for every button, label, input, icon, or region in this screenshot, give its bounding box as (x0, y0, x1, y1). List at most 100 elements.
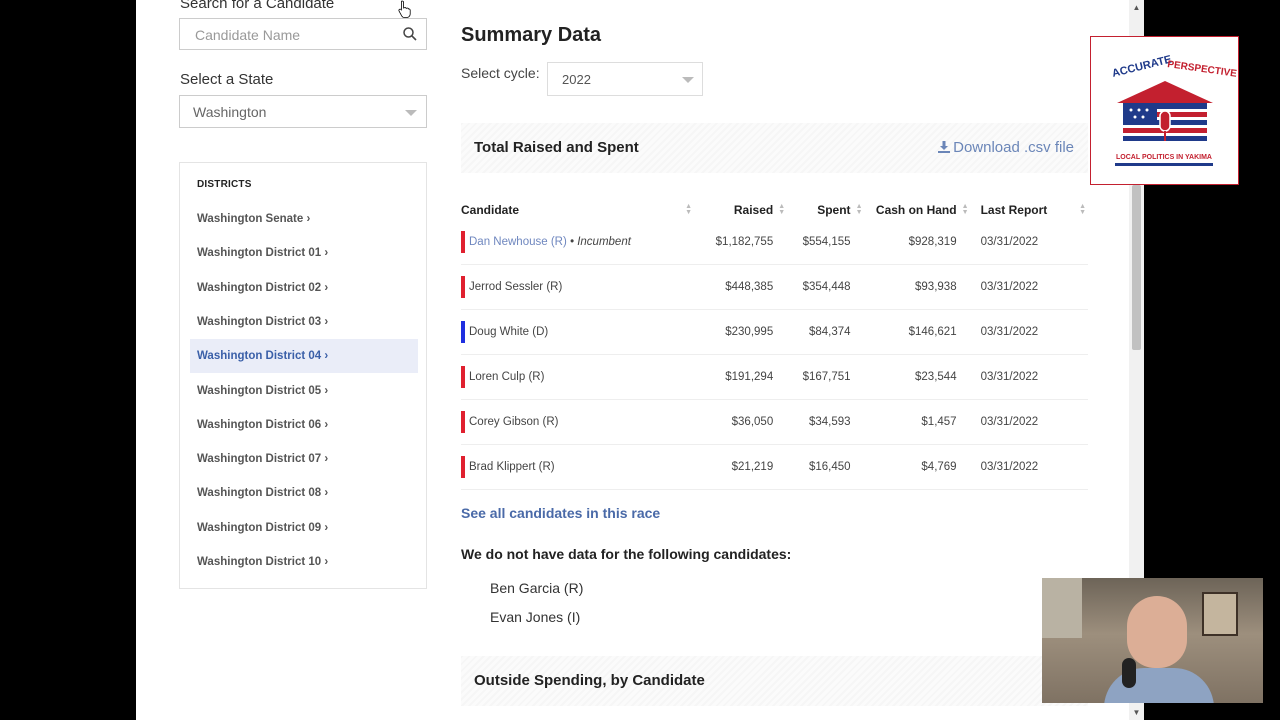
sidebar-district-item[interactable]: Washington District 03 › (190, 305, 418, 339)
sidebar-district-item[interactable]: Washington District 02 › (190, 271, 418, 305)
sort-icon[interactable]: ▲ ▼ (856, 203, 863, 216)
sidebar-district-item[interactable]: Washington District 08 › (190, 476, 418, 510)
cash-on-hand-cell: $23,544 (864, 354, 971, 400)
sidebar-district-item[interactable]: Washington District 09 › (190, 511, 418, 545)
candidate-name-link[interactable]: Brad Klippert (R) (469, 461, 555, 473)
sidebar-district-item[interactable]: Washington Senate › (190, 202, 418, 236)
download-csv-label: Download .csv file (953, 139, 1074, 156)
table-row[interactable]: Jerrod Sessler (R) $448,385 $354,448 $93,93… (461, 264, 1088, 310)
see-all-candidates-link[interactable]: See all candidates in this race (461, 505, 660, 521)
outside-spending-panel-header: Outside Spending, by Candidate (461, 656, 1088, 706)
candidate-name-link[interactable]: Doug White (D) (469, 326, 548, 338)
scrollbar-thumb[interactable] (1132, 185, 1141, 350)
download-icon (938, 141, 951, 153)
candidate-cell[interactable]: Dan Newhouse (R) • Incumbent (461, 220, 695, 265)
table-row[interactable]: Loren Culp (R) $191,294 $167,751 $23,544 03/… (461, 354, 1088, 400)
candidate-cell[interactable]: Doug White (D) (461, 309, 695, 355)
search-label: Search for a Candidate (180, 0, 335, 12)
no-data-heading: We do not have data for the following ca… (461, 546, 792, 562)
candidate-search-input[interactable] (193, 26, 397, 44)
last-report-cell: 03/31/2022 (970, 220, 1088, 265)
page-content: Search for a Candidate Select a State Wa… (136, 0, 1129, 720)
sidebar-district-item[interactable]: Washington District 01 › (190, 236, 418, 270)
state-select[interactable]: Washington (179, 95, 427, 128)
cash-on-hand-cell: $928,319 (864, 220, 971, 265)
party-color-bar (461, 276, 465, 298)
party-color-bar (461, 321, 465, 343)
mouse-cursor-icon (398, 0, 411, 18)
raised-cell: $36,050 (694, 399, 788, 445)
search-icon[interactable] (403, 27, 417, 41)
panel-title: Outside Spending, by Candidate (474, 672, 705, 689)
webcam-video-overlay (1042, 578, 1263, 703)
last-report-cell: 03/31/2022 (970, 264, 1088, 310)
no-data-candidate: Ben Garcia (R) (490, 580, 584, 596)
table-row[interactable]: Corey Gibson (R) $36,050 $34,593 $1,457 03/3… (461, 399, 1088, 445)
spent-cell: $84,374 (787, 309, 865, 355)
state-label: Select a State (180, 71, 274, 88)
candidates-table: Candidate ▲ ▼ Raised ▲ ▼ Spent ▲ ▼ Cash on Han… (461, 200, 1088, 490)
webcam-window-blinds (1042, 578, 1082, 638)
last-report-cell: 03/31/2022 (970, 309, 1088, 355)
sidebar-district-item[interactable]: Washington District 07 › (190, 442, 418, 476)
spent-cell: $554,155 (787, 220, 865, 265)
column-header-cash[interactable]: Cash on Hand ▲ ▼ (865, 200, 971, 220)
raised-cell: $21,219 (694, 444, 788, 490)
candidate-cell[interactable]: Corey Gibson (R) (461, 399, 695, 445)
incumbent-tag: • Incumbent (570, 236, 631, 248)
table-header-row: Candidate ▲ ▼ Raised ▲ ▼ Spent ▲ ▼ Cash on Han… (461, 200, 1088, 220)
raised-cell: $230,995 (694, 309, 788, 355)
table-row[interactable]: Dan Newhouse (R) • Incumbent $1,182,755 $5… (461, 220, 1088, 265)
candidate-cell[interactable]: Loren Culp (R) (461, 354, 695, 400)
last-report-cell: 03/31/2022 (970, 399, 1088, 445)
chevron-down-icon (405, 110, 417, 116)
candidate-name-link[interactable]: Dan Newhouse (R) (469, 236, 567, 248)
party-color-bar (461, 411, 465, 433)
spent-cell: $167,751 (787, 354, 865, 400)
raised-cell: $448,385 (694, 264, 788, 310)
last-report-cell: 03/31/2022 (970, 354, 1088, 400)
page-title: Summary Data (461, 24, 602, 46)
column-header-spent[interactable]: Spent ▲ ▼ (787, 200, 864, 220)
logo-word-accurate: ACCURATE (1111, 54, 1173, 80)
spent-cell: $34,593 (787, 399, 865, 445)
candidate-search-box[interactable] (179, 18, 427, 50)
raised-cell: $1,182,755 (694, 220, 788, 265)
cash-on-hand-cell: $93,938 (864, 264, 971, 310)
spent-cell: $16,450 (787, 444, 865, 490)
scroll-down-arrow[interactable]: ▼ (1129, 705, 1144, 720)
column-header-candidate[interactable]: Candidate ▲ ▼ (461, 200, 694, 220)
panel-title: Total Raised and Spent (474, 139, 639, 156)
sort-icon[interactable]: ▲ ▼ (778, 203, 785, 216)
party-color-bar (461, 456, 465, 478)
sort-icon[interactable]: ▲ ▼ (1079, 203, 1086, 216)
cash-on-hand-cell: $146,621 (864, 309, 971, 355)
table-row[interactable]: Doug White (D) $230,995 $84,374 $146,621 03/… (461, 309, 1088, 355)
scroll-up-arrow[interactable]: ▲ (1129, 0, 1144, 15)
candidate-cell[interactable]: Jerrod Sessler (R) (461, 264, 695, 310)
webcam-person-shirt (1104, 668, 1214, 703)
sort-icon[interactable]: ▲ ▼ (685, 203, 692, 216)
column-header-raised[interactable]: Raised ▲ ▼ (694, 200, 787, 220)
column-header-last-report[interactable]: Last Report ▲ ▼ (971, 200, 1088, 220)
sidebar-district-item[interactable]: Washington District 10 › (190, 545, 418, 579)
sidebar-district-item[interactable]: Washington District 06 › (190, 408, 418, 442)
cycle-select[interactable]: 2022 (547, 62, 703, 96)
state-select-value: Washington (193, 104, 267, 120)
last-report-cell: 03/31/2022 (970, 444, 1088, 490)
webcam-microphone (1122, 658, 1136, 688)
party-color-bar (461, 366, 465, 388)
table-row[interactable]: Brad Klippert (R) $21,219 $16,450 $4,769 03/… (461, 444, 1088, 490)
sidebar-district-item[interactable]: Washington District 05 › (190, 374, 418, 408)
candidate-name-link[interactable]: Corey Gibson (R) (469, 416, 558, 428)
candidate-name-link[interactable]: Loren Culp (R) (469, 371, 544, 383)
cash-on-hand-cell: $4,769 (864, 444, 971, 490)
candidate-name-link[interactable]: Jerrod Sessler (R) (469, 281, 562, 293)
sidebar-district-item[interactable]: Washington District 04 › (190, 339, 418, 374)
candidate-cell[interactable]: Brad Klippert (R) (461, 444, 695, 490)
download-csv-link[interactable]: Download .csv file (938, 139, 1074, 156)
total-raised-panel-header: Total Raised and Spent Download .csv fil… (461, 123, 1088, 173)
sort-icon[interactable]: ▲ ▼ (962, 203, 969, 216)
cycle-select-value: 2022 (562, 72, 591, 87)
districts-panel: DISTRICTS Washington Senate › Washington … (179, 162, 427, 589)
